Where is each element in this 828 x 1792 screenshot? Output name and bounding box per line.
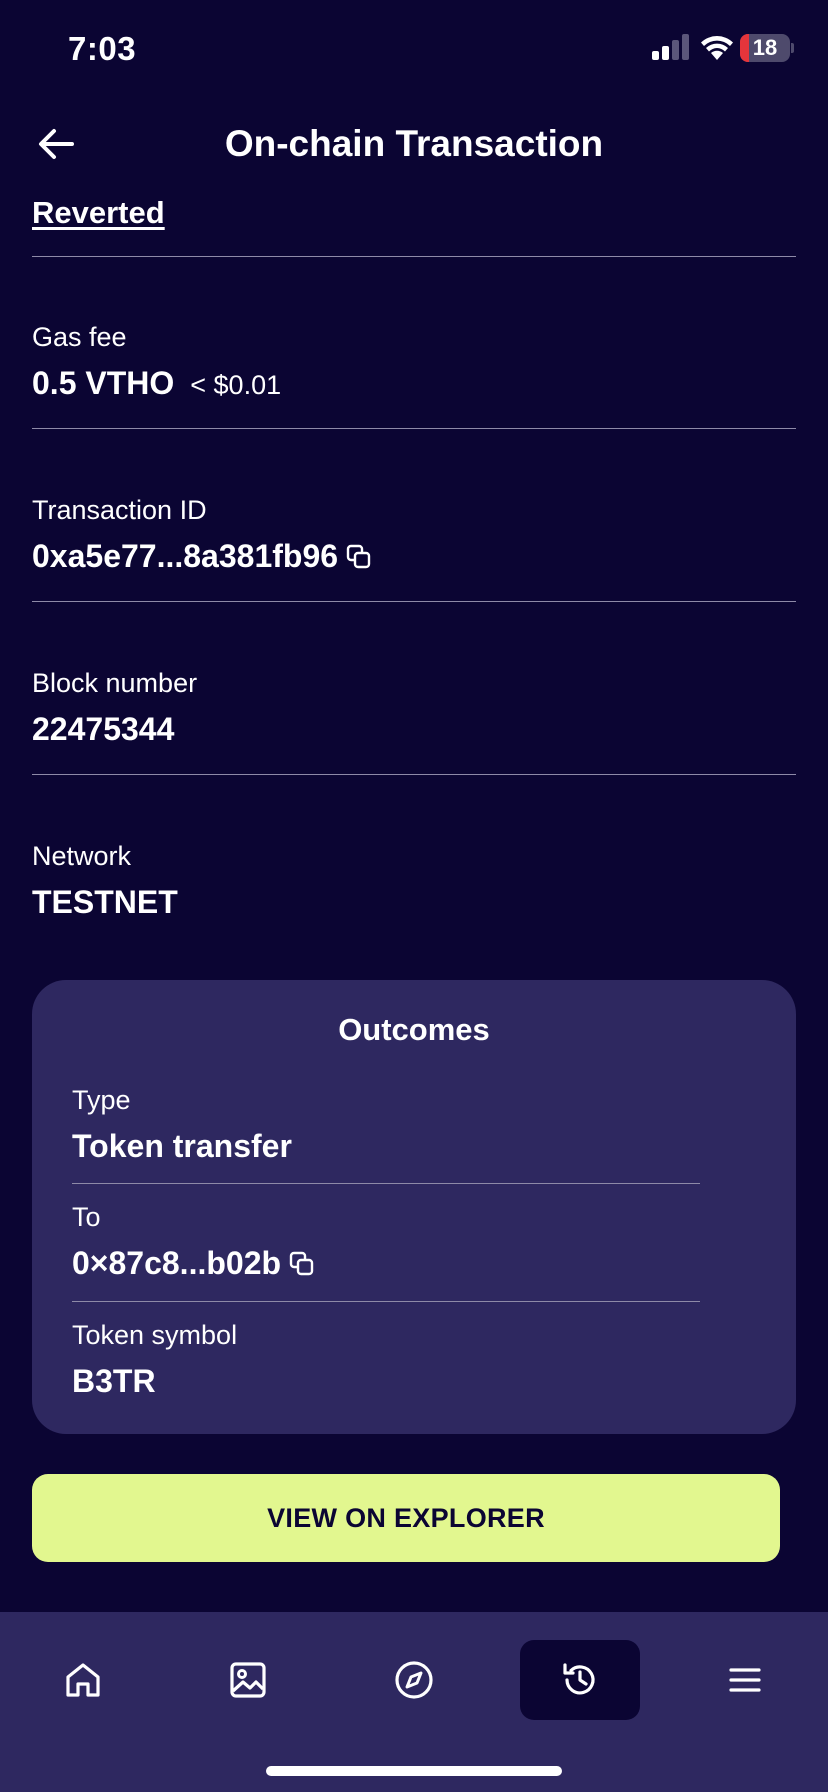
outcome-type-value: Token transfer: [72, 1128, 292, 1164]
divider: [32, 428, 796, 429]
status-bar: 7:03 18: [0, 0, 828, 100]
network-label: Network: [32, 841, 132, 871]
outcome-to-value: 0×87c8...b02b: [72, 1245, 315, 1282]
transaction-id-label: Transaction ID: [32, 495, 207, 525]
outcomes-title: Outcomes: [338, 1012, 490, 1047]
copy-icon[interactable]: [346, 544, 372, 570]
home-indicator: [266, 1766, 562, 1776]
network-value: TESTNET: [32, 884, 178, 920]
status-reverted-link[interactable]: Reverted: [32, 195, 165, 231]
card-divider: [72, 1183, 700, 1184]
image-icon: [230, 1662, 266, 1698]
block-number-value: 22475344: [32, 711, 175, 747]
menu-icon: [729, 1668, 761, 1692]
gas-fee-value: 0.5 VTHO < $0.01: [32, 365, 281, 402]
copy-icon[interactable]: [289, 1251, 315, 1277]
outcome-to-label: To: [72, 1202, 101, 1232]
wifi-icon: [701, 36, 733, 60]
nav-history[interactable]: [520, 1640, 640, 1720]
home-icon: [66, 1663, 100, 1697]
nav-home[interactable]: [23, 1640, 143, 1720]
battery-level: 18: [752, 35, 778, 60]
outcome-to-address: 0×87c8...b02b: [72, 1245, 282, 1281]
outcome-type-label: Type: [72, 1085, 131, 1115]
battery-cap: [791, 43, 794, 53]
page-title: On-chain Transaction: [224, 123, 604, 164]
transaction-id-value: 0xa5e77...8a381fb96: [32, 538, 372, 575]
view-on-explorer-button[interactable]: VIEW ON EXPLORER: [32, 1474, 780, 1562]
gas-fee-amount: 0.5 VTHO: [32, 365, 175, 401]
history-icon: [563, 1663, 595, 1695]
nav-discover[interactable]: [354, 1640, 474, 1720]
card-divider: [72, 1301, 700, 1302]
bottom-navigation: [0, 1612, 828, 1792]
nav-gallery[interactable]: [188, 1640, 308, 1720]
divider: [32, 774, 796, 775]
block-number-label: Block number: [32, 668, 198, 698]
cellular-signal-icon: [652, 34, 689, 60]
compass-icon: [395, 1661, 433, 1699]
transaction-id-text: 0xa5e77...8a381fb96: [32, 538, 339, 574]
battery-indicator: 18: [740, 34, 790, 62]
nav-menu[interactable]: [685, 1640, 805, 1720]
outcome-token-symbol-value: B3TR: [72, 1363, 156, 1399]
outcome-token-symbol-label: Token symbol: [72, 1320, 238, 1350]
divider: [32, 256, 796, 257]
outcomes-card: Outcomes Type Token transfer To 0×87c8..…: [32, 980, 796, 1434]
divider: [32, 601, 796, 602]
gas-fee-label: Gas fee: [32, 322, 127, 352]
gas-fee-usd: < $0.01: [190, 370, 282, 400]
status-time: 7:03: [68, 30, 137, 67]
